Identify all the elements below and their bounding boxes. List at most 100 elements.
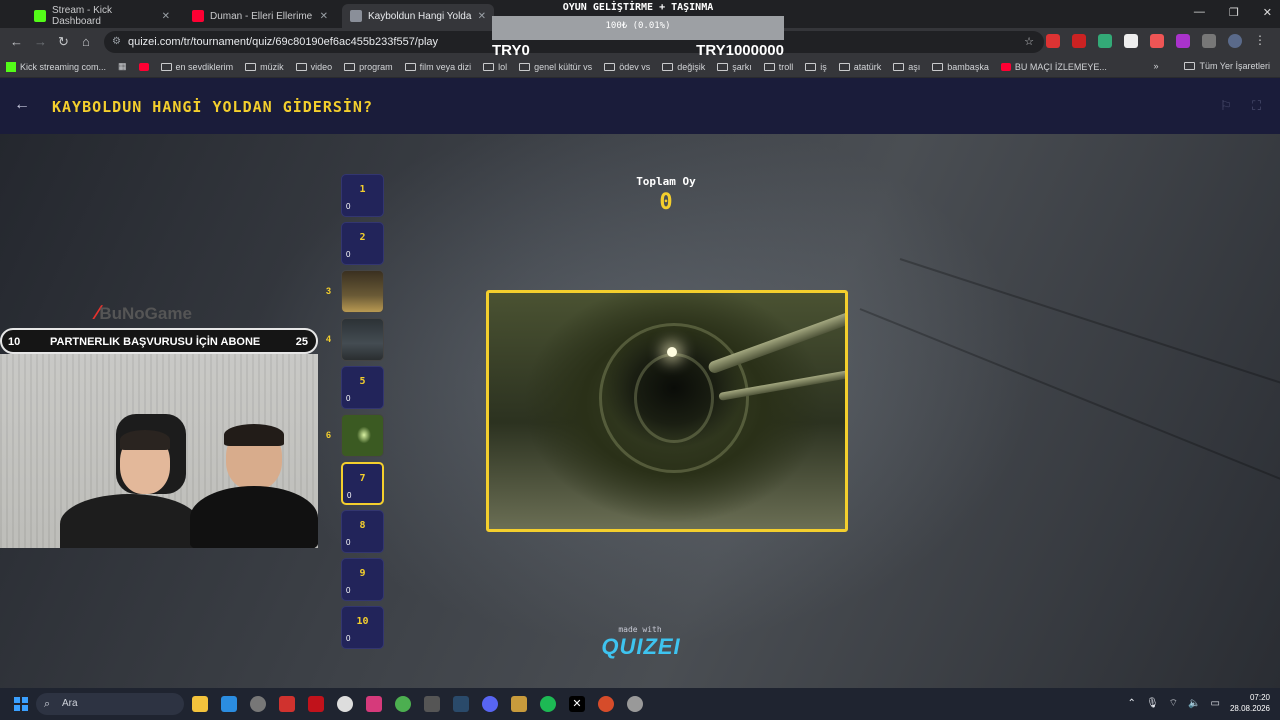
bookmark-youtube[interactable] — [138, 62, 149, 71]
folder-icon — [404, 62, 416, 71]
current-choice-image[interactable] — [486, 290, 848, 532]
volume-icon[interactable]: 🔈 — [1188, 698, 1200, 709]
bookmark-youtube[interactable]: BU MAÇI İZLEMEYE... — [1000, 62, 1107, 72]
search-icon: ⌕ — [44, 698, 51, 710]
close-window-icon[interactable]: ✕ — [1263, 6, 1272, 19]
slot-votes: 0 — [346, 586, 351, 595]
bookmark-folder[interactable]: genel kültür vs — [519, 62, 592, 72]
extension-icon[interactable] — [1072, 34, 1086, 48]
bracket-slot-10[interactable]: 10 0 — [341, 606, 384, 649]
bookmark-folder[interactable]: en sevdiklerim — [160, 62, 233, 72]
flag-icon[interactable]: ⚐ — [1220, 98, 1232, 114]
youtube-icon — [1000, 62, 1011, 71]
bookmark-folder[interactable]: video — [295, 62, 332, 72]
slot-number: 7 — [359, 473, 366, 484]
league-icon[interactable] — [511, 696, 527, 712]
extension-icon[interactable] — [1124, 34, 1138, 48]
extension-icon[interactable] — [1046, 34, 1060, 48]
webcam-feed — [0, 354, 318, 548]
bookmark-folder[interactable]: bambaşka — [932, 62, 989, 72]
bookmark-folder[interactable]: troll — [763, 62, 793, 72]
bookmark-folder[interactable]: atatürk — [838, 62, 881, 72]
extension-icon[interactable] — [1098, 34, 1112, 48]
chatgpt-icon[interactable] — [337, 696, 353, 712]
tab-youtube[interactable]: Duman - Elleri Ellerime - YouTube ✕ — [184, 4, 336, 28]
edge-icon[interactable] — [221, 696, 237, 712]
x-icon[interactable]: ✕ — [569, 696, 585, 712]
bookmark-folder[interactable]: ödev vs — [604, 62, 650, 72]
instagram-icon[interactable] — [366, 696, 382, 712]
taskbar-search[interactable]: ⌕ Ara — [36, 693, 184, 715]
kick-icon — [34, 10, 46, 22]
bookmark-folder[interactable]: lol — [483, 62, 507, 72]
discord-icon[interactable] — [482, 696, 498, 712]
extension-icon[interactable] — [1176, 34, 1190, 48]
netflix-icon[interactable] — [308, 696, 324, 712]
bracket-slot-4-thumbnail[interactable] — [341, 318, 384, 361]
bookmark-folder[interactable]: şarkı — [717, 62, 752, 72]
taskbar-apps: ✕ — [192, 696, 643, 712]
bracket-slot-1[interactable]: 1 0 — [341, 174, 384, 217]
bookmark-star-icon[interactable]: ☆ — [1024, 31, 1034, 53]
microphone-icon[interactable]: 🎙 — [1146, 698, 1159, 709]
tab-label: Kayboldun Hangi Yoldan Gidersin — [368, 10, 472, 22]
app-icon[interactable] — [598, 696, 614, 712]
battery-icon[interactable]: ▭ — [1211, 698, 1220, 709]
tab-quiz[interactable]: Kayboldun Hangi Yoldan Gidersin ✕ — [342, 4, 494, 28]
home-icon[interactable]: ⌂ — [82, 34, 90, 49]
youtube-icon — [192, 10, 204, 22]
app-icon[interactable] — [424, 696, 440, 712]
speedtest-icon[interactable] — [250, 696, 266, 712]
maximize-icon[interactable]: ❐ — [1229, 6, 1239, 19]
bracket-slot-7[interactable]: 7 0 — [341, 462, 384, 505]
forward-icon[interactable]: → — [34, 34, 47, 49]
steam-icon[interactable] — [453, 696, 469, 712]
chevron-right-icon[interactable]: » — [1153, 61, 1158, 71]
fullscreen-icon[interactable]: ⛶ — [1252, 98, 1261, 114]
bookmark-folder[interactable]: iş — [805, 62, 827, 72]
folder-icon — [519, 62, 531, 71]
quizei-logo[interactable]: QUIZEI — [596, 634, 686, 660]
close-icon[interactable]: ✕ — [162, 11, 170, 22]
bookmark-folder[interactable]: müzik — [245, 62, 284, 72]
folder-icon — [483, 62, 495, 71]
chrome-icon[interactable] — [395, 696, 411, 712]
spotify-icon[interactable] — [540, 696, 556, 712]
tab-kick-dashboard[interactable]: Stream - Kick Dashboard ✕ — [26, 4, 178, 28]
start-icon[interactable] — [14, 697, 28, 711]
minimize-icon[interactable]: — — [1194, 6, 1205, 19]
goal-max: 25 — [295, 336, 308, 348]
bracket-slot-9[interactable]: 9 0 — [341, 558, 384, 601]
all-bookmarks[interactable]: » Tüm Yer İşaretleri — [1153, 61, 1270, 71]
bookmark-folder[interactable]: program — [344, 62, 393, 72]
wifi-icon[interactable]: ⌔ — [1169, 697, 1178, 710]
apps-grid-icon[interactable]: ▦ — [118, 61, 127, 72]
bookmark-folder[interactable]: aşı — [893, 62, 920, 72]
obs-icon[interactable] — [627, 696, 643, 712]
back-arrow-icon[interactable]: ← — [14, 96, 30, 114]
close-icon[interactable]: ✕ — [320, 11, 328, 22]
slot-votes: 0 — [346, 634, 351, 643]
bracket-slot-3-thumbnail[interactable] — [341, 270, 384, 313]
bracket-slot-6-thumbnail[interactable] — [341, 414, 384, 457]
menu-icon[interactable]: ⋮ — [1254, 34, 1268, 48]
chevron-up-icon[interactable]: ⌃ — [1128, 698, 1136, 709]
slot-votes: 0 — [346, 538, 351, 547]
file-explorer-icon[interactable] — [192, 696, 208, 712]
site-info-icon[interactable]: ⚙ — [112, 31, 121, 53]
back-icon[interactable]: ← — [10, 34, 23, 49]
reload-icon[interactable]: ↻ — [58, 34, 69, 50]
close-icon[interactable]: ✕ — [478, 11, 486, 22]
bracket-slot-2[interactable]: 2 0 — [341, 222, 384, 265]
puzzle-icon[interactable] — [1202, 34, 1216, 48]
app-icon[interactable] — [279, 696, 295, 712]
clock[interactable]: 07:20 28.08.2026 — [1230, 692, 1270, 714]
extension-icon[interactable] — [1150, 34, 1164, 48]
profile-avatar[interactable] — [1228, 34, 1242, 48]
bookmark-kick[interactable]: Kick streaming com... — [6, 61, 106, 72]
bookmark-folder[interactable]: değişik — [662, 62, 705, 72]
taskbar: ⌕ Ara ✕ ⌃ 🎙 ⌔ 🔈 ▭ 07:20 28.08.2026 — [0, 688, 1280, 720]
bracket-slot-8[interactable]: 8 0 — [341, 510, 384, 553]
bracket-slot-5[interactable]: 5 0 — [341, 366, 384, 409]
bookmark-folder[interactable]: film veya dizi — [404, 62, 471, 72]
